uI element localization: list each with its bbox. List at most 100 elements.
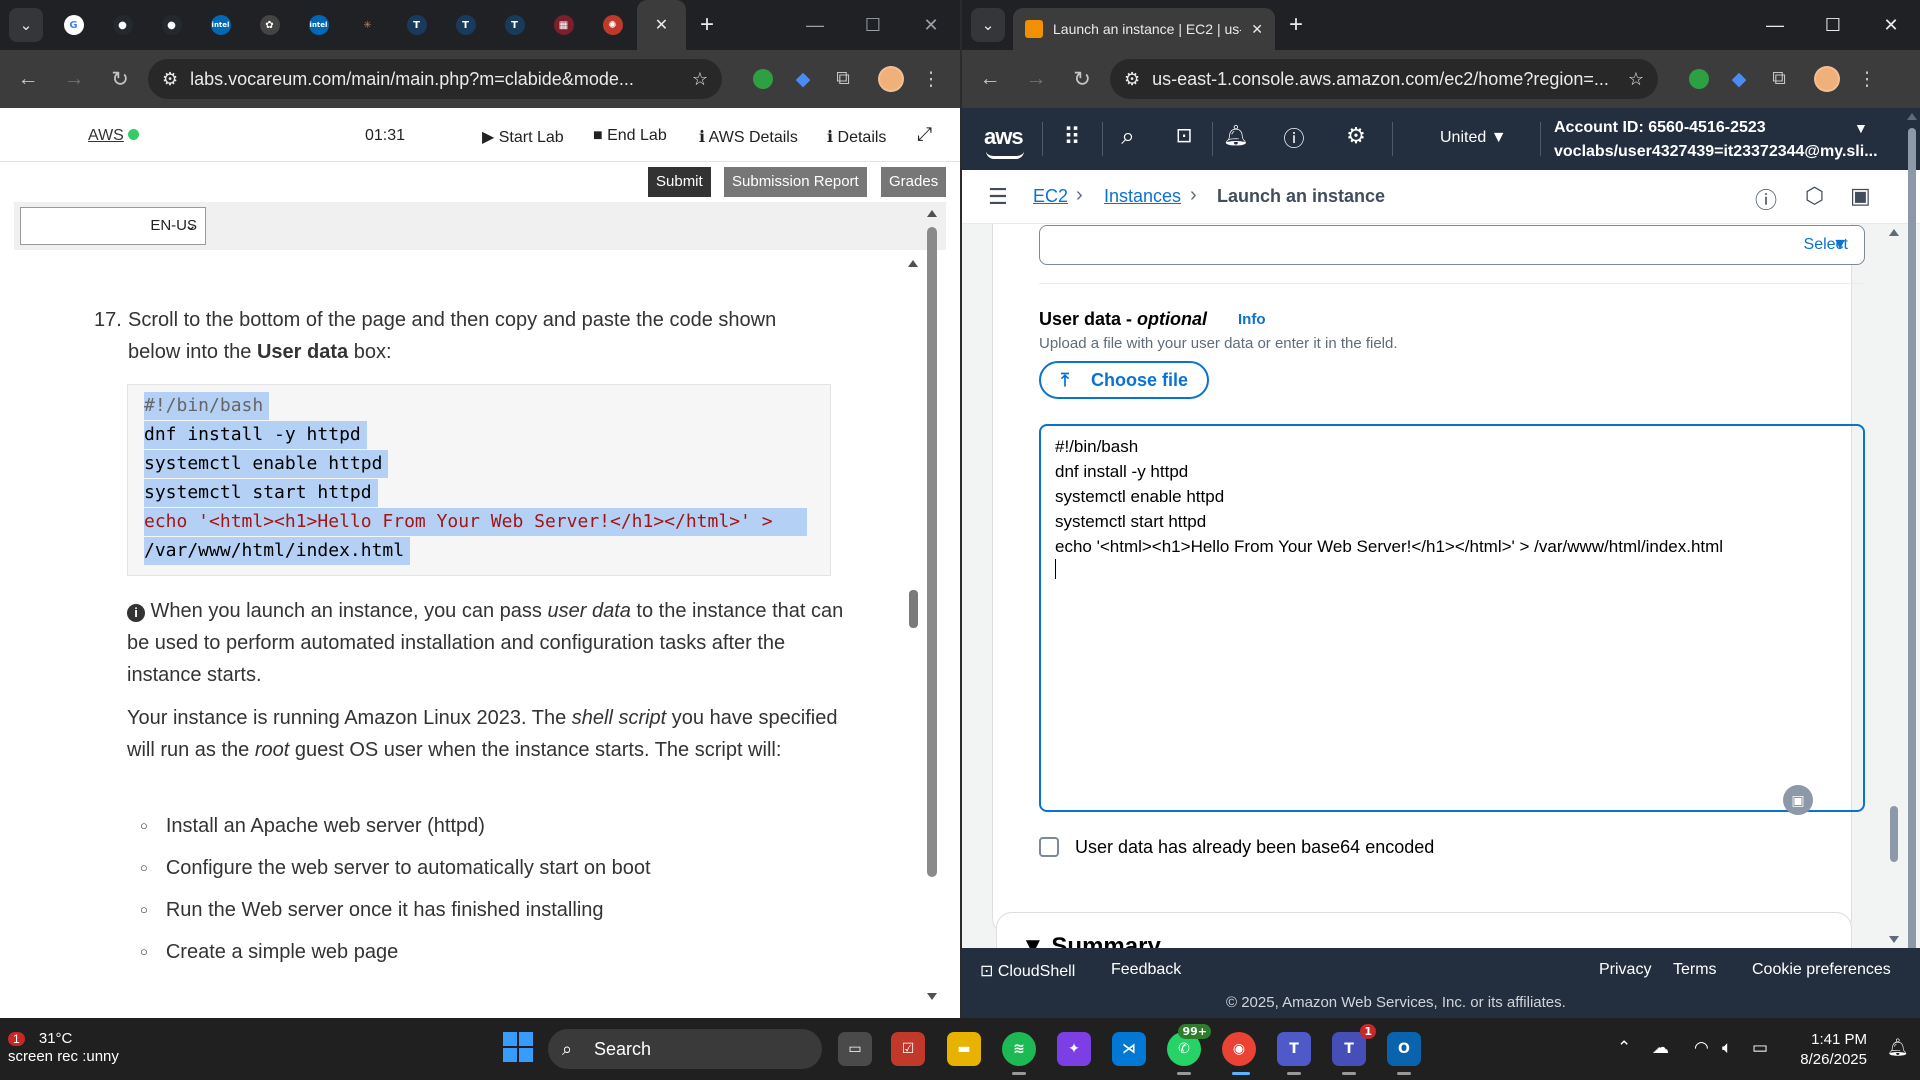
teams-work-icon[interactable]: T1 — [1332, 1024, 1376, 1075]
extension-diamond-icon[interactable]: ◆ — [786, 62, 820, 96]
cloudshell-link[interactable]: ⊡ CloudShell — [980, 961, 1075, 981]
extensions-puzzle-icon[interactable]: ⧉ — [826, 62, 860, 96]
form-scrollbar[interactable] — [1886, 224, 1902, 948]
choose-file-button[interactable]: ⤒ Choose file — [1039, 361, 1209, 399]
outlook-icon[interactable]: O — [1387, 1032, 1421, 1075]
back-arrow-icon[interactable]: ← — [972, 67, 1008, 91]
search-icon[interactable]: ⌕ — [1112, 123, 1144, 151]
breadcrumb-ec2[interactable]: EC2 — [1033, 186, 1068, 207]
close-tab-icon[interactable]: ✕ — [1251, 21, 1263, 38]
battery-icon[interactable]: ▭ — [1752, 1038, 1768, 1058]
fullscreen-icon[interactable]: ⤢ — [917, 124, 932, 146]
pinned-tab-google[interactable]: G — [49, 0, 98, 50]
cloudshell-icon[interactable]: ⊡ — [1168, 123, 1200, 148]
aws-details-button[interactable]: ℹ AWS Details — [699, 127, 798, 147]
new-tab-button[interactable]: + — [1289, 11, 1303, 39]
extensions-puzzle-icon[interactable]: ⧉ — [1762, 62, 1796, 96]
extension-robot-icon[interactable] — [746, 62, 780, 96]
feedback-link[interactable]: Feedback — [1111, 961, 1181, 979]
minimize-icon[interactable]: — — [1746, 15, 1804, 36]
submission-report-button[interactable]: Submission Report — [724, 167, 867, 197]
base64-checkbox[interactable] — [1039, 837, 1059, 857]
instructions-scrollbar[interactable] — [906, 255, 920, 995]
pinned-tab-github[interactable]: ● — [147, 0, 196, 50]
aws-status-link[interactable]: AWS — [88, 127, 139, 145]
services-grid-icon[interactable]: ⠿ — [1056, 123, 1088, 152]
copilot-icon[interactable]: ✦ — [1057, 1032, 1091, 1066]
maximize-icon[interactable]: ☐ — [1804, 15, 1862, 36]
details-button[interactable]: ℹ Details — [827, 127, 886, 147]
task-view-icon[interactable]: ▭ — [838, 1032, 872, 1066]
whatsapp-icon[interactable]: ✆ 99+ — [1167, 1024, 1211, 1075]
weather-widget[interactable]: 1 31°C screen rec :unny — [8, 1030, 119, 1066]
site-settings-icon[interactable]: ⚙ — [1124, 69, 1140, 90]
summary-toggle[interactable]: ▼ Summary — [1021, 933, 1161, 948]
minimize-icon[interactable]: — — [786, 15, 844, 36]
profile-avatar[interactable] — [874, 62, 908, 96]
forward-arrow-icon[interactable]: → — [56, 67, 92, 91]
pinned-tab-university[interactable]: ▦ — [539, 0, 588, 50]
spotify-icon[interactable]: ≋ — [1002, 1032, 1036, 1075]
new-tab-button[interactable]: + — [700, 11, 714, 39]
profile-avatar[interactable] — [1810, 62, 1844, 96]
pinned-tab-app-t[interactable]: T — [392, 0, 441, 50]
account-menu[interactable]: Account ID: 6560-4516-2523 voclabs/user4… — [1554, 116, 1878, 164]
back-arrow-icon[interactable]: ← — [10, 67, 46, 91]
account-caret-down-icon[interactable]: ▼ — [1854, 120, 1868, 136]
notifications-bell-icon[interactable]: 🔔︎ — [1887, 1038, 1909, 1058]
code-block[interactable]: #!/bin/bash dnf install -y httpd systemc… — [127, 384, 831, 576]
wifi-icon[interactable]: ◠ — [1694, 1038, 1709, 1058]
user-data-info-link[interactable]: Info — [1238, 311, 1266, 328]
close-tab-icon[interactable]: ✕ — [655, 15, 668, 35]
tab-search-chevron-down-icon[interactable]: ⌄ — [9, 8, 43, 42]
active-tab[interactable]: ✕ — [637, 0, 686, 50]
chrome-icon[interactable]: ◉ — [1222, 1032, 1256, 1075]
breadcrumb-instances[interactable]: Instances — [1104, 186, 1181, 207]
pinned-tab-github[interactable]: ● — [98, 0, 147, 50]
page-scrollbar[interactable] — [1904, 108, 1920, 1018]
tab-search-chevron-down-icon[interactable]: ⌄ — [971, 8, 1005, 42]
pinned-tab-chatgpt[interactable]: ✿ — [245, 0, 294, 50]
user-data-textarea[interactable]: #!/bin/bash dnf install -y httpd systemctl… — [1039, 424, 1865, 812]
taskbar-search[interactable]: ⌕ Search — [548, 1029, 822, 1069]
maximize-icon[interactable]: ☐ — [844, 15, 902, 36]
submit-button[interactable]: Submit — [648, 167, 711, 197]
browser-menu-icon[interactable]: ⋮ — [1850, 62, 1884, 96]
address-bar[interactable]: ⚙ labs.vocareum.com/main/main.php?m=clab… — [148, 59, 722, 99]
address-bar[interactable]: ⚙ us-east-1.console.aws.amazon.com/ec2/h… — [1110, 59, 1658, 99]
region-selector[interactable]: United ▼ — [1440, 129, 1507, 147]
close-window-icon[interactable]: ✕ — [902, 15, 960, 36]
pinned-tab-claude[interactable]: ✳ — [343, 0, 392, 50]
help-icon[interactable]: ⓘ — [1278, 123, 1310, 153]
teams-icon[interactable]: T — [1277, 1032, 1311, 1075]
reload-icon[interactable]: ↻ — [1064, 67, 1100, 92]
pinned-tab-intel[interactable]: intel — [196, 0, 245, 50]
language-select[interactable]: EN-US ⌄ — [20, 207, 206, 245]
pinned-tab-vocareum[interactable]: ✺ — [588, 0, 637, 50]
cookie-preferences-link[interactable]: Cookie preferences — [1752, 961, 1891, 979]
bookmark-star-icon[interactable]: ☆ — [1628, 69, 1644, 90]
end-lab-button[interactable]: ■ End Lab — [593, 127, 667, 145]
tray-chevron-up-icon[interactable]: ⌃ — [1617, 1038, 1631, 1058]
pinned-tab-app-t[interactable]: T — [490, 0, 539, 50]
extension-diamond-icon[interactable]: ◆ — [1722, 62, 1756, 96]
tab-ec2-launch[interactable]: Launch an instance | EC2 | us-e ✕ — [1013, 8, 1275, 50]
start-windows-icon[interactable] — [503, 1032, 533, 1062]
forward-arrow-icon[interactable]: → — [1018, 67, 1054, 91]
hamburger-menu-icon[interactable]: ☰ — [988, 184, 1008, 210]
reload-icon[interactable]: ↻ — [102, 67, 138, 92]
grades-button[interactable]: Grades — [881, 167, 947, 197]
gear-icon[interactable]: ⚙ — [1340, 123, 1372, 149]
terms-link[interactable]: Terms — [1673, 961, 1717, 979]
bell-icon[interactable]: 🔔︎ — [1220, 123, 1252, 148]
vscode-icon[interactable]: ⋊ — [1112, 1032, 1146, 1066]
outer-scrollbar[interactable] — [925, 205, 939, 1005]
ai-assistant-robot-icon[interactable]: ▣ — [1783, 785, 1813, 815]
aws-logo[interactable]: aws — [984, 124, 1024, 159]
start-lab-button[interactable]: ▶ Start Lab — [482, 127, 564, 147]
site-settings-icon[interactable]: ⚙ — [162, 69, 178, 90]
pinned-tab-app-t[interactable]: T — [441, 0, 490, 50]
settings-hex-icon[interactable]: ⬡ — [1805, 183, 1824, 209]
volume-icon[interactable]: 🔈︎ — [1722, 1038, 1732, 1058]
browser-menu-icon[interactable]: ⋮ — [914, 62, 948, 96]
